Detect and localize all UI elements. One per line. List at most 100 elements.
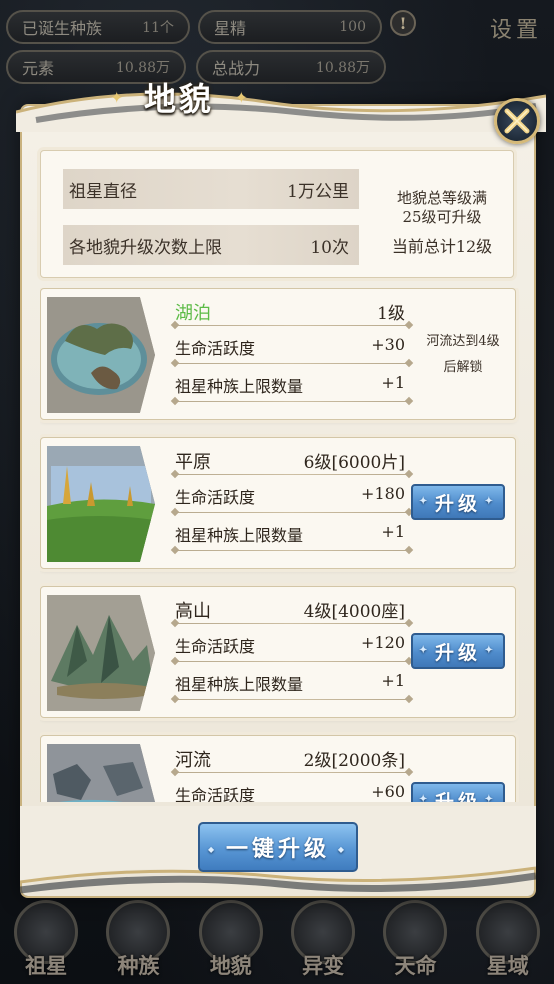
terrain-name: 平原 bbox=[175, 452, 211, 473]
race-count-pill: 已诞生种族 11个 bbox=[6, 10, 190, 44]
divider bbox=[175, 325, 409, 326]
nav-item-race[interactable]: 种族 bbox=[95, 894, 181, 980]
divider bbox=[175, 550, 409, 551]
divider bbox=[175, 772, 409, 773]
terrain-level: 4级[4000座] bbox=[303, 602, 405, 622]
vitality-value: +120 bbox=[361, 633, 405, 652]
nav-label: 星域 bbox=[486, 953, 529, 978]
lake-image bbox=[47, 297, 155, 413]
vitality-label: 生命活跃度 bbox=[175, 488, 256, 507]
race-cap-value: +1 bbox=[381, 373, 405, 392]
vitality-value: +60 bbox=[371, 782, 405, 801]
essence-label: 星精 bbox=[214, 19, 247, 38]
nav-item-ancestor-star[interactable]: 祖星 bbox=[3, 894, 89, 980]
river-image bbox=[47, 744, 155, 802]
nav-label: 地貌 bbox=[209, 953, 252, 978]
terrain-name: 湖泊 bbox=[175, 303, 211, 324]
bottom-nav: 祖星 种族 地貌 异变 天命 星域 bbox=[0, 890, 554, 984]
race-cap-row: 祖星种族上限数量 +1 bbox=[175, 522, 405, 550]
terrain-level: 1级 bbox=[377, 304, 405, 324]
nav-item-mutation[interactable]: 异变 bbox=[280, 894, 366, 980]
upgrade-plain-button[interactable]: 升级 bbox=[411, 484, 505, 520]
close-button[interactable] bbox=[494, 98, 540, 144]
nav-item-star-domain[interactable]: 星域 bbox=[465, 894, 551, 980]
terrain-card-lake: 湖泊 1级 生命活跃度 +30 祖星种族上限数量 +1 河流达到4级 后解锁 bbox=[40, 288, 516, 420]
dialog-title: 地貌 bbox=[143, 80, 214, 118]
race-cap-label: 祖星种族上限数量 bbox=[175, 526, 304, 545]
divider bbox=[175, 512, 409, 513]
terrain-level: 6级[6000片] bbox=[303, 453, 405, 473]
divider bbox=[175, 401, 409, 402]
race-cap-label: 祖星种族上限数量 bbox=[175, 675, 304, 694]
requirement-line-2: 25级可升级 bbox=[402, 208, 482, 226]
diameter-row: 祖星直径 1万公里 bbox=[63, 169, 359, 209]
settings-button[interactable]: 设置 bbox=[484, 6, 548, 50]
nav-label: 异变 bbox=[302, 953, 345, 978]
terrain-dialog: ✦ 地貌 ✦ 祖星直径 1万公里 各地貌升级次数上限 10次 地貌总等级满 25… bbox=[16, 80, 546, 896]
one-key-upgrade-button[interactable]: 一键升级 bbox=[198, 822, 358, 872]
dialog-top-wave-ornament bbox=[16, 92, 546, 132]
title-right-ornament-icon: ✦ bbox=[234, 88, 248, 107]
upgrade-mountain-button[interactable]: 升级 bbox=[411, 633, 505, 669]
vitality-value: +30 bbox=[371, 335, 405, 354]
race-count-label: 已诞生种族 bbox=[22, 19, 103, 38]
vitality-row: 生命活跃度 +120 bbox=[175, 633, 405, 661]
lake-name-row: 湖泊 1级 bbox=[175, 299, 405, 325]
vitality-row: 生命活跃度 +60 bbox=[175, 782, 405, 802]
vitality-label: 生命活跃度 bbox=[175, 786, 256, 802]
nav-label: 祖星 bbox=[25, 953, 68, 978]
upgrade-limit-label: 各地貌升级次数上限 bbox=[69, 237, 222, 258]
essence-value: 100 bbox=[339, 19, 366, 35]
plain-image bbox=[47, 446, 155, 562]
divider bbox=[175, 363, 409, 364]
race-cap-label: 祖星种族上限数量 bbox=[175, 377, 304, 396]
race-cap-value: +1 bbox=[381, 522, 405, 541]
vitality-row: 生命活跃度 +30 bbox=[175, 335, 405, 363]
alert-icon[interactable]: ! bbox=[390, 10, 416, 36]
terrain-card-mountain: 高山 4级[4000座] 生命活跃度 +120 祖星种族上限数量 +1 升级 bbox=[40, 586, 516, 718]
terrain-card-plain: 平原 6级[6000片] 生命活跃度 +180 祖星种族上限数量 +1 升级 bbox=[40, 437, 516, 569]
current-total-level: 当前总计12级 bbox=[391, 237, 493, 256]
diameter-label: 祖星直径 bbox=[69, 181, 137, 202]
requirement-line-1: 地貌总等级满 bbox=[396, 189, 487, 207]
divider bbox=[175, 623, 409, 624]
title-left-ornament-icon: ✦ bbox=[110, 88, 124, 107]
nav-label: 天命 bbox=[394, 953, 437, 978]
vitality-row: 生命活跃度 +180 bbox=[175, 484, 405, 512]
mountain-name-row: 高山 4级[4000座] bbox=[175, 597, 405, 623]
unlock-line-1: 河流达到4级 bbox=[426, 334, 500, 349]
nav-label: 种族 bbox=[117, 953, 160, 978]
mountain-image bbox=[47, 595, 155, 711]
unlock-condition: 河流达到4级 后解锁 bbox=[415, 329, 511, 381]
upgrade-limit-row: 各地貌升级次数上限 10次 bbox=[63, 225, 359, 265]
terrain-name: 高山 bbox=[175, 601, 211, 622]
race-cap-value: +1 bbox=[381, 671, 405, 690]
divider bbox=[175, 661, 409, 662]
divider bbox=[175, 474, 409, 475]
alert-symbol: ! bbox=[399, 13, 407, 33]
terrain-summary-panel: 祖星直径 1万公里 各地貌升级次数上限 10次 地貌总等级满 25级可升级 当前… bbox=[40, 150, 514, 278]
total-level-requirement: 地貌总等级满 25级可升级 bbox=[373, 189, 511, 227]
race-cap-row: 祖星种族上限数量 +1 bbox=[175, 671, 405, 699]
title-plate: ✦ 地貌 ✦ bbox=[110, 74, 248, 120]
upgrade-limit-value: 10次 bbox=[310, 237, 349, 258]
river-name-row: 河流 2级[2000条] bbox=[175, 746, 405, 772]
terrain-list[interactable]: 湖泊 1级 生命活跃度 +30 祖星种族上限数量 +1 河流达到4级 后解锁 平… bbox=[40, 288, 520, 802]
unlock-line-2: 后解锁 bbox=[443, 360, 483, 375]
terrain-name: 河流 bbox=[175, 750, 211, 771]
divider bbox=[175, 699, 409, 700]
vitality-value: +180 bbox=[361, 484, 405, 503]
plain-name-row: 平原 6级[6000片] bbox=[175, 448, 405, 474]
vitality-label: 生命活跃度 bbox=[175, 339, 256, 358]
race-cap-row: 祖星种族上限数量 +1 bbox=[175, 373, 405, 401]
upgrade-river-button[interactable]: 升级 bbox=[411, 782, 505, 802]
vitality-label: 生命活跃度 bbox=[175, 637, 256, 656]
close-x-icon bbox=[504, 108, 530, 134]
diameter-value: 1万公里 bbox=[287, 181, 349, 202]
nav-item-destiny[interactable]: 天命 bbox=[372, 894, 458, 980]
essence-pill: 星精 100 bbox=[198, 10, 382, 44]
terrain-level: 2级[2000条] bbox=[303, 751, 405, 771]
nav-item-terrain[interactable]: 地貌 bbox=[188, 894, 274, 980]
race-count-value: 11个 bbox=[142, 20, 174, 36]
terrain-card-river: 河流 2级[2000条] 生命活跃度 +60 升级 bbox=[40, 735, 516, 802]
